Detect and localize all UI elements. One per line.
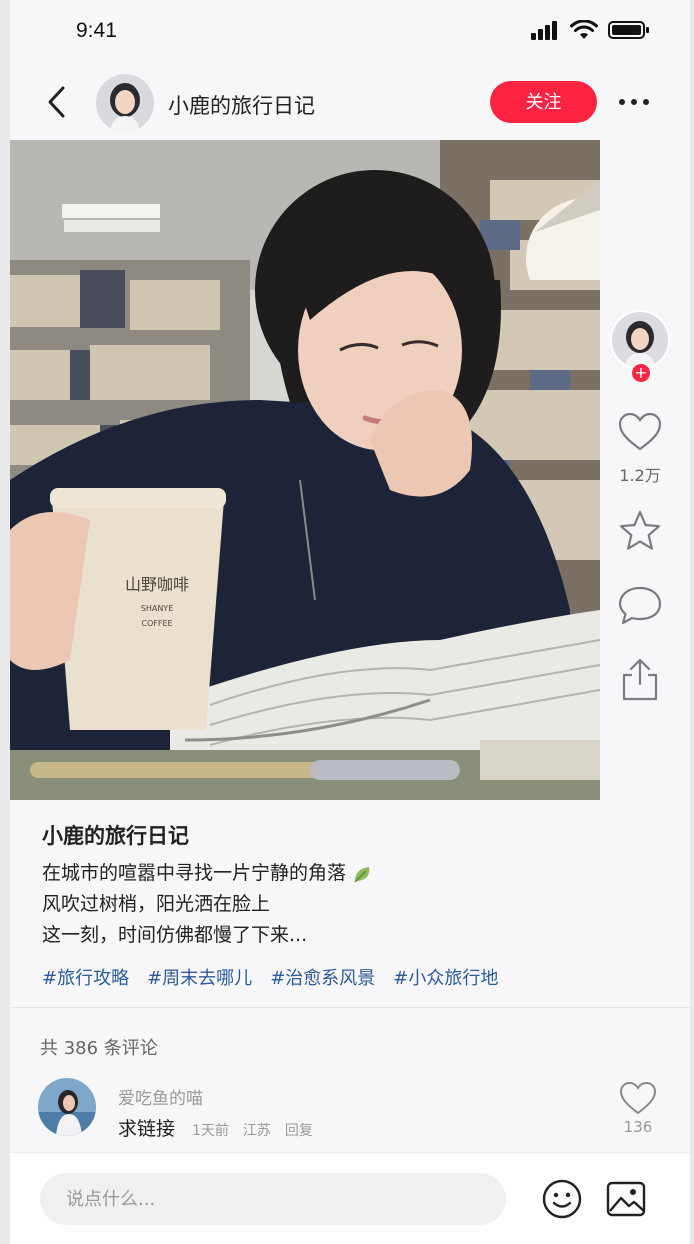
more-icon[interactable] bbox=[616, 88, 652, 116]
post-line: 风吹过树梢，阳光洒在脸上 bbox=[42, 893, 271, 915]
comment-count: 共 386 条评论 bbox=[40, 1038, 158, 1059]
share-icon[interactable] bbox=[616, 656, 664, 704]
leaf-icon bbox=[354, 866, 370, 883]
commenter-avatar[interactable] bbox=[38, 1078, 96, 1136]
comment-text: 求链接 bbox=[118, 1118, 176, 1140]
post-detail-screen: 9:41 小鹿的旅行日记 关注 山野咖啡 SHANYE COFFEE + 1.2… bbox=[10, 0, 690, 1244]
emoji-icon[interactable] bbox=[540, 1177, 584, 1221]
comment-location: 江苏 bbox=[242, 1123, 271, 1139]
author-name[interactable]: 小鹿的旅行日记 bbox=[168, 90, 315, 120]
comment-item: 爱吃鱼的喵 求链接 1天前 江苏 回复 136 bbox=[10, 1066, 690, 1150]
sidebar-author-avatar[interactable] bbox=[610, 310, 670, 370]
cup-brand-text: 山野咖啡 bbox=[125, 575, 189, 594]
wifi-icon bbox=[570, 20, 598, 39]
cup-sub-text-1: SHANYE bbox=[141, 604, 174, 613]
comment-meta: 1天前 江苏 回复 bbox=[192, 1120, 313, 1140]
top-nav-bar: 小鹿的旅行日记 关注 bbox=[10, 64, 690, 140]
author-avatar[interactable] bbox=[96, 74, 154, 132]
post-line: 这一刻，时间仿佛都慢了下来... bbox=[42, 924, 308, 946]
post-line: 在城市的喧嚣中寻找一片宁静的角落 bbox=[42, 858, 374, 889]
heart-icon[interactable] bbox=[616, 408, 664, 456]
hashtag-list: #旅行攻略 #周末去哪儿 #治愈系风景 #小众旅行地 bbox=[42, 964, 498, 990]
hashtag[interactable]: #旅行攻略 bbox=[42, 964, 129, 990]
comment-like-count: 136 bbox=[623, 1118, 653, 1136]
sidebar-follow-plus[interactable]: + bbox=[630, 362, 652, 384]
signal-icon bbox=[531, 21, 557, 40]
comment-icon[interactable] bbox=[616, 582, 664, 630]
post-caption: 小鹿的旅行日记 在城市的喧嚣中寻找一片宁静的角落 风吹过树梢，阳光洒在脸上 这一… bbox=[10, 800, 690, 1008]
back-icon[interactable] bbox=[38, 82, 78, 122]
hashtag[interactable]: #小众旅行地 bbox=[393, 964, 498, 990]
comment-heart-icon[interactable] bbox=[618, 1078, 658, 1118]
image-icon[interactable] bbox=[604, 1177, 648, 1221]
post-body: 在城市的喧嚣中寻找一片宁静的角落 风吹过树梢，阳光洒在脸上 这一刻，时间仿佛都慢… bbox=[42, 858, 374, 951]
status-bar: 9:41 bbox=[10, 0, 690, 64]
section-divider bbox=[10, 1007, 690, 1008]
hashtag[interactable]: #周末去哪儿 bbox=[147, 964, 252, 990]
comment-composer bbox=[10, 1152, 690, 1244]
star-icon[interactable] bbox=[616, 508, 664, 556]
like-count: 1.2万 bbox=[619, 466, 661, 485]
status-time: 9:41 bbox=[76, 19, 117, 42]
cup-sub-text-2: COFFEE bbox=[141, 619, 172, 628]
comment-time: 1天前 bbox=[192, 1123, 229, 1139]
battery-icon bbox=[608, 21, 649, 39]
status-icons bbox=[530, 20, 650, 40]
commenter-name[interactable]: 爱吃鱼的喵 bbox=[118, 1084, 203, 1109]
follow-button[interactable]: 关注 bbox=[490, 81, 597, 123]
post-title: 小鹿的旅行日记 bbox=[42, 824, 189, 848]
post-photo[interactable]: 山野咖啡 SHANYE COFFEE bbox=[10, 140, 600, 800]
hashtag[interactable]: #治愈系风景 bbox=[270, 964, 375, 990]
comment-input[interactable] bbox=[40, 1173, 506, 1225]
reply-button[interactable]: 回复 bbox=[285, 1120, 313, 1140]
